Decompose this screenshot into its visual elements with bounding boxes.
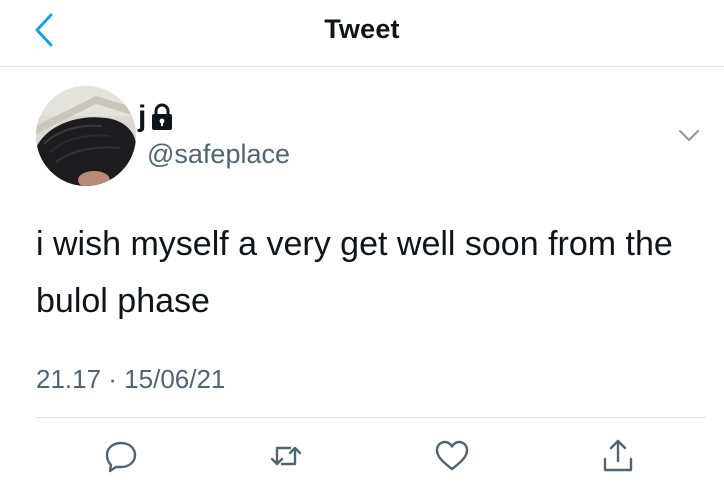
share-icon xyxy=(603,439,633,472)
author-name[interactable]: j xyxy=(138,100,174,134)
retweet-icon xyxy=(270,446,302,466)
reply-icon xyxy=(105,441,137,473)
author-handle[interactable]: @safeplace xyxy=(147,139,290,170)
avatar-photo xyxy=(36,86,136,186)
lock-icon xyxy=(152,103,173,130)
tweet-text: i wish myself a very get well soon from … xyxy=(36,225,673,320)
top-bar: Tweet xyxy=(0,0,724,67)
display-name: j xyxy=(138,100,147,133)
retweet-button[interactable] xyxy=(262,432,310,480)
page-title: Tweet xyxy=(324,14,400,44)
like-button[interactable] xyxy=(428,432,476,480)
avatar[interactable] xyxy=(36,86,136,186)
more-options-button[interactable] xyxy=(672,122,706,150)
divider xyxy=(36,417,706,418)
tweet-actions xyxy=(0,432,724,480)
heart-icon xyxy=(435,440,469,471)
tweet-timestamp[interactable]: 21.17 · 15/06/21 xyxy=(36,364,225,395)
reply-button[interactable] xyxy=(97,432,145,480)
chevron-down-icon xyxy=(679,130,699,141)
share-button[interactable] xyxy=(594,432,642,480)
